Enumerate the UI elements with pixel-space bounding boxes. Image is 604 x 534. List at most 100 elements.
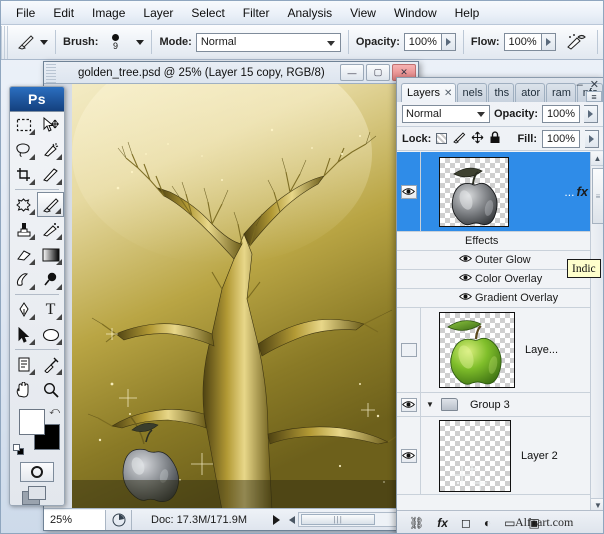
tab-layers[interactable]: Layers ✕ [401, 83, 456, 102]
green-apple-thumb[interactable] [439, 312, 515, 388]
layers-scrollbar[interactable]: ▲ ≡ ▼ [590, 152, 604, 512]
opacity-slider-button[interactable] [442, 33, 456, 51]
table-row[interactable]: ▼ Group 3 [397, 393, 604, 417]
scrollbar-thumb[interactable]: ≡ [592, 168, 604, 224]
quick-mask-mode[interactable] [10, 462, 64, 482]
layer-visibility-toggle[interactable] [397, 152, 421, 231]
layer-visibility-toggle[interactable] [397, 417, 421, 494]
add-layer-style-button[interactable]: fx [437, 516, 448, 530]
layer-options-dots[interactable]: ... [564, 185, 574, 199]
image-canvas[interactable] [72, 84, 402, 510]
dark-apple-thumb[interactable] [439, 157, 509, 227]
menu-item-image[interactable]: Image [83, 3, 134, 23]
ellipse-tool[interactable] [37, 322, 64, 347]
new-fill-adjustment-button[interactable]: ◐ [484, 516, 491, 530]
dodge-tool[interactable] [37, 267, 64, 292]
brush-preset-chevron-down-icon[interactable] [40, 40, 48, 45]
menu-item-file[interactable]: File [7, 3, 44, 23]
tab-paths[interactable]: ths [488, 83, 514, 102]
document-title-bar[interactable]: golden_tree.psd @ 25% (Layer 15 copy, RG… [44, 62, 418, 84]
menu-item-layer[interactable]: Layer [134, 3, 182, 23]
table-row[interactable]: ... fx ▲ [397, 152, 604, 232]
zoom-level-input[interactable]: 25% [44, 510, 106, 530]
path-selection-tool[interactable] [10, 322, 37, 347]
layer-blend-mode-select[interactable]: Normal [402, 105, 490, 123]
link-layers-button[interactable]: ⛓ [409, 516, 424, 530]
menu-item-window[interactable]: Window [385, 3, 446, 23]
pen-tool[interactable] [10, 297, 37, 322]
document-info-icon[interactable] [106, 510, 132, 530]
flow-slider-button[interactable] [542, 33, 556, 51]
group-expand-chevron-down-icon[interactable]: ▼ [423, 400, 437, 409]
lock-image-icon[interactable] [452, 131, 466, 147]
blend-mode-select[interactable]: Normal [196, 33, 341, 52]
airbrush-icon[interactable] [562, 30, 590, 54]
scroll-up-icon[interactable]: ▲ [591, 152, 604, 166]
quick-selection-tool[interactable] [37, 137, 64, 162]
zoom-tool[interactable] [37, 377, 64, 402]
brush-size-chevron-down-icon[interactable] [136, 40, 144, 45]
tab-histogram[interactable]: ram [546, 83, 576, 102]
options-bar-grip[interactable] [1, 26, 9, 59]
menu-item-help[interactable]: Help [446, 3, 489, 23]
clone-stamp-tool[interactable] [10, 217, 37, 242]
menu-item-filter[interactable]: Filter [234, 3, 279, 23]
eye-icon[interactable] [459, 273, 475, 285]
lock-all-icon[interactable] [489, 131, 501, 147]
rectangular-marquee-tool[interactable] [10, 112, 37, 137]
table-row[interactable]: Layer 2 [397, 417, 604, 495]
tab-navigator[interactable]: ator [515, 83, 545, 102]
flow-input[interactable]: 100% [504, 33, 542, 51]
menu-item-view[interactable]: View [341, 3, 385, 23]
default-colors-icon[interactable] [13, 444, 24, 455]
minimize-button[interactable]: — [340, 64, 364, 81]
panel-window-controls[interactable]: – ✕ [577, 78, 601, 91]
brush-preview[interactable]: 9 [102, 34, 128, 51]
status-expand-arrow-icon[interactable] [266, 515, 286, 525]
crop-tool[interactable] [10, 162, 37, 187]
table-row[interactable]: Laye... [397, 308, 604, 393]
gradient-tool[interactable] [37, 242, 64, 267]
add-layer-mask-button[interactable]: ◻ [461, 516, 471, 530]
blur-tool[interactable] [10, 267, 37, 292]
fill-input[interactable]: 100% [542, 130, 580, 148]
title-grip[interactable] [46, 63, 56, 83]
menu-item-edit[interactable]: Edit [44, 3, 83, 23]
slice-tool[interactable] [37, 162, 64, 187]
layer-visibility-toggle[interactable] [397, 308, 421, 392]
notes-tool[interactable] [10, 352, 37, 377]
brush-tool[interactable] [37, 192, 64, 217]
move-tool[interactable] [37, 112, 64, 137]
opacity-input[interactable]: 100% [404, 33, 442, 51]
hand-tool[interactable] [10, 377, 37, 402]
eyedropper-tool[interactable] [37, 352, 64, 377]
screen-mode[interactable] [10, 486, 64, 505]
lock-position-icon[interactable] [471, 131, 484, 147]
menu-item-analysis[interactable]: Analysis [278, 3, 341, 23]
brush-icon[interactable] [12, 30, 40, 54]
patch-tool[interactable] [10, 192, 37, 217]
layer-opacity-input[interactable]: 100% [542, 105, 580, 123]
layers-list[interactable]: ... fx ▲ Effects Outer Glow Color Overla… [397, 152, 604, 512]
foreground-color-swatch[interactable] [19, 409, 45, 435]
fill-slider-button[interactable] [585, 130, 599, 148]
layer-fx-icon[interactable]: fx [576, 184, 588, 199]
maximize-button[interactable]: ▢ [366, 64, 390, 81]
eye-icon[interactable] [459, 254, 475, 266]
eye-icon[interactable] [459, 292, 475, 304]
menu-item-select[interactable]: Select [182, 3, 233, 23]
history-brush-tool[interactable] [37, 217, 64, 242]
swap-colors-icon[interactable]: ⤺ [49, 406, 60, 417]
eraser-tool[interactable] [10, 242, 37, 267]
list-item[interactable]: Gradient Overlay [397, 289, 604, 308]
lasso-tool[interactable] [10, 137, 37, 162]
layer-opacity-slider-button[interactable] [584, 105, 598, 123]
lock-transparent-icon[interactable] [436, 133, 447, 144]
scroll-left-icon[interactable] [289, 516, 295, 524]
tab-channels[interactable]: nels [457, 83, 488, 102]
hscroll-thumb[interactable]: ||| [301, 514, 375, 525]
new-group-button[interactable]: ▭ [504, 516, 515, 530]
sparkle-thumb[interactable] [439, 420, 511, 492]
group-visibility-toggle[interactable] [397, 393, 421, 417]
close-icon[interactable]: ✕ [444, 88, 452, 99]
